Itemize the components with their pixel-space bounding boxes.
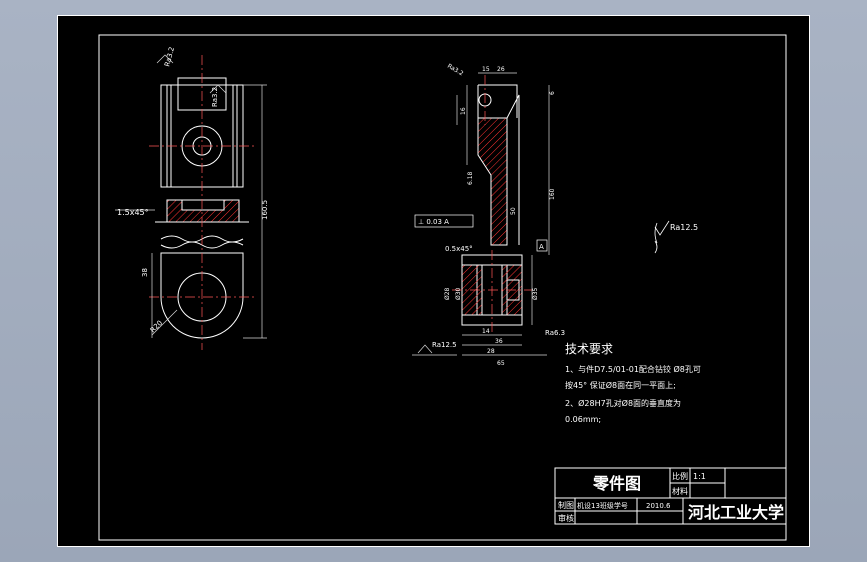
right-chamfer: 0.5x45° — [445, 245, 473, 253]
outer-frame — [57, 15, 810, 547]
tech-req-line1: 1、与件D7.5/01-01配合钻铰 Ø8孔可 — [565, 364, 701, 374]
drawing-canvas: Ra3.2 Ra3.2 1.5x45° 160.5 38 R20 Ra3.2 1… — [57, 15, 810, 547]
right-dim-d1: Ø28 — [444, 287, 451, 300]
tech-req-line2: 按45° 保证Ø8面在同一平面上; — [565, 380, 676, 390]
right-dim-v1: 16 — [460, 107, 467, 115]
scale-value: 1:1 — [693, 472, 706, 481]
drawn-by: 机设13班级学号 — [577, 501, 628, 510]
left-roughness-top: Ra3.2 — [163, 46, 176, 68]
material-label: 材料 — [672, 486, 688, 496]
right-dim-top-3: 6 — [549, 91, 556, 95]
right-dim-top-1: 15 — [482, 66, 490, 73]
drawn-label: 制图 — [558, 500, 574, 510]
right-dim-b3: 28 — [487, 348, 495, 355]
right-dim-b1: 14 — [482, 328, 490, 335]
right-web-section — [477, 117, 508, 246]
left-roughness-side: Ra3.2 — [211, 87, 219, 107]
tolerance-frame: ⊥ 0.03 A — [418, 218, 449, 226]
right-dim-b4: 65 — [497, 360, 505, 367]
left-chamfer-label: 1.5x45° — [117, 208, 149, 217]
left-dimensions — [115, 54, 267, 339]
drawn-date: 2010.6 — [646, 502, 671, 510]
left-dim-radius: R20 — [149, 319, 164, 334]
right-roughness-bottom: Ra12.5 — [432, 341, 457, 349]
check-label: 审核 — [558, 513, 574, 523]
drawing-sheet: Ra3.2 Ra3.2 1.5x45° 160.5 38 R20 Ra3.2 1… — [57, 15, 810, 547]
right-dim-d2: Ø30 — [455, 287, 462, 300]
right-roughness-top: Ra3.2 — [446, 63, 465, 78]
left-dim-length: 160.5 — [261, 200, 269, 220]
right-dim-top-2: 26 — [497, 66, 505, 73]
right-dim-v2: 6.18 — [467, 171, 474, 185]
scale-label: 比例 — [672, 471, 688, 481]
right-roughness-right: Ra6.3 — [545, 329, 565, 337]
tech-req-title: 技术要求 — [565, 342, 613, 356]
general-roughness: Ra12.5 — [670, 223, 698, 232]
right-dim-d3: Ø35 — [532, 287, 539, 300]
tech-req-line4: 0.06mm; — [565, 415, 601, 424]
left-dim-width: 38 — [141, 268, 149, 277]
right-dim-v3: 50 — [510, 207, 517, 215]
right-dim-height: 160 — [549, 188, 556, 200]
tech-req-line3: 2、Ø28H7孔对Ø8面的垂直度为 — [565, 398, 681, 408]
title-block-title: 零件图 — [592, 474, 641, 493]
school-name: 河北工业大学 — [688, 503, 784, 522]
right-dim-b2: 36 — [495, 338, 503, 345]
datum-a: A — [539, 243, 544, 251]
